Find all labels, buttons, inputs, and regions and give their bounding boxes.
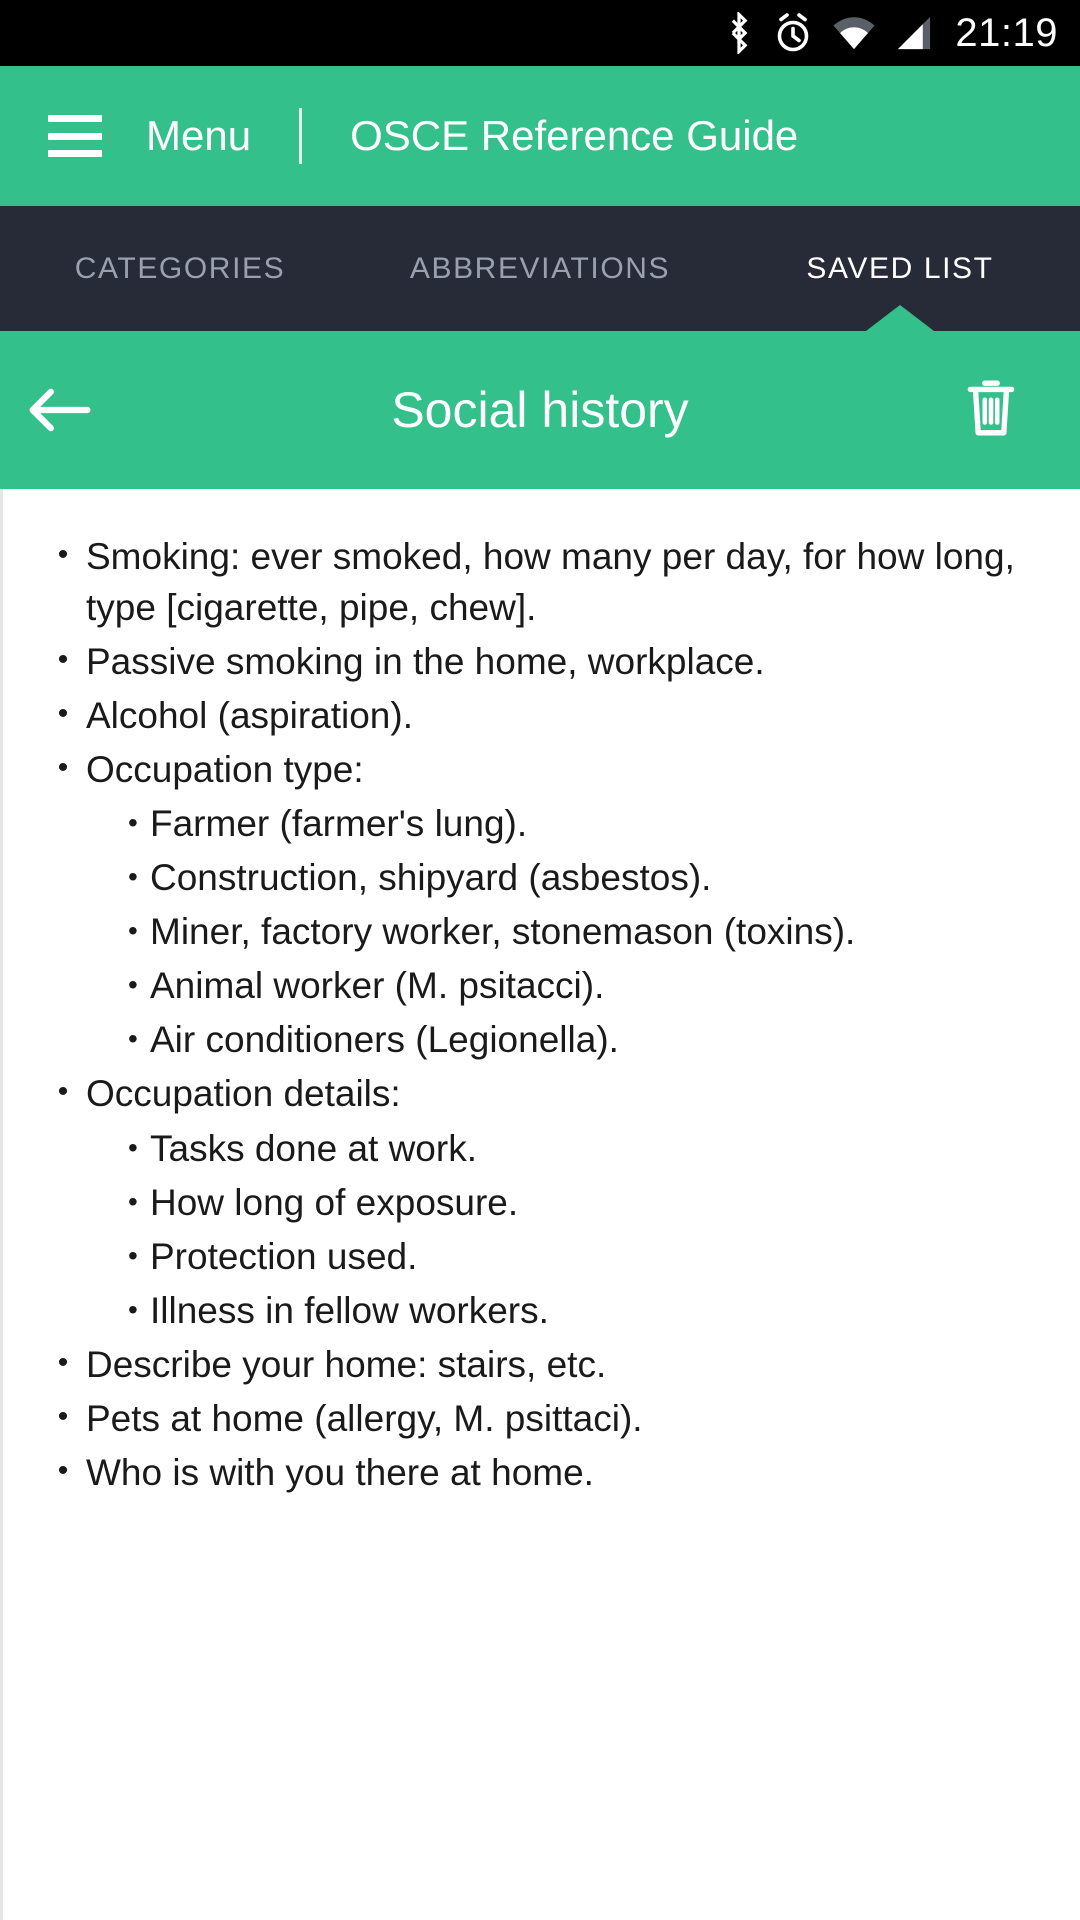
sub-list-item: • Construction, shipyard (asbestos).: [40, 852, 1040, 903]
bullet-icon: •: [57, 697, 69, 731]
sub-list-item: • Protection used.: [40, 1231, 1040, 1282]
bullet-icon: •: [57, 1075, 69, 1109]
sub-bullet-icon: •: [128, 1131, 138, 1163]
sub-bullet-icon: •: [128, 1185, 138, 1217]
list-item: • Smoking: ever smoked, how many per day…: [40, 531, 1040, 633]
list-item-text: Who is with you there at home.: [86, 1451, 594, 1493]
list-item: • Pets at home (allergy, M. psittaci).: [40, 1393, 1040, 1444]
app-root: 21:19 Menu OSCE Reference Guide CATEGORI…: [0, 0, 1080, 1920]
sub-list-item-text: Protection used.: [150, 1235, 418, 1277]
sub-list-item: • Tasks done at work.: [40, 1123, 1040, 1174]
sub-list-item-text: Farmer (farmer's lung).: [150, 803, 528, 845]
status-bar: 21:19: [0, 0, 1080, 66]
content-area: • Smoking: ever smoked, how many per day…: [0, 489, 1080, 1920]
tab-categories[interactable]: CATEGORIES: [0, 206, 360, 331]
menu-button-label[interactable]: Menu: [146, 112, 251, 160]
sub-list-item: • Illness in fellow workers.: [40, 1285, 1040, 1336]
sub-list-item-text: Animal worker (M. psitacci).: [150, 965, 605, 1007]
app-title: OSCE Reference Guide: [350, 112, 799, 159]
bullet-icon: •: [57, 751, 69, 785]
sub-list-item-text: Tasks done at work.: [150, 1127, 477, 1169]
page-header: Social history: [0, 331, 1080, 489]
back-arrow-icon: [29, 388, 91, 432]
list-item-text: Pets at home (allergy, M. psittaci).: [86, 1397, 643, 1439]
active-tab-pointer: [865, 305, 934, 331]
bullet-icon: •: [57, 1399, 69, 1433]
bullet-icon: •: [57, 538, 69, 571]
list-item-text: Occupation details:: [86, 1073, 401, 1115]
page-title: Social history: [391, 382, 689, 438]
list-item-text: Occupation type:: [86, 749, 364, 791]
app-bar: Menu OSCE Reference Guide: [0, 66, 1080, 206]
back-button[interactable]: [0, 385, 120, 435]
list-item-text: Describe your home: stairs, etc.: [86, 1343, 607, 1385]
sub-bullet-icon: •: [128, 1023, 138, 1055]
sub-list-item-text: Illness in fellow workers.: [150, 1289, 549, 1331]
list-item: • Describe your home: stairs, etc.: [40, 1339, 1040, 1390]
bullet-icon: •: [57, 1453, 69, 1487]
sub-list-item-text: Construction, shipyard (asbestos).: [150, 857, 712, 899]
sub-bullet-icon: •: [128, 807, 138, 839]
bluetooth-icon: [732, 12, 748, 54]
list-item-text: Smoking: ever smoked, how many per day, …: [86, 536, 1015, 629]
list-item: • Who is with you there at home.: [40, 1447, 1040, 1498]
sub-bullet-icon: •: [128, 1293, 138, 1325]
appbar-divider: [299, 108, 303, 164]
bullet-icon: •: [57, 1345, 69, 1379]
sub-list-item-text: Air conditioners (Legionella).: [150, 1019, 619, 1061]
tab-bar: CATEGORIES ABBREVIATIONS SAVED LIST: [0, 206, 1080, 331]
bullet-icon: •: [57, 643, 69, 677]
status-bar-clock: 21:19: [955, 10, 1058, 55]
sub-bullet-icon: •: [128, 915, 138, 947]
wifi-icon: [833, 17, 875, 50]
sub-list-item: • Farmer (farmer's lung).: [40, 798, 1040, 849]
list-item-text: Alcohol (aspiration).: [86, 695, 413, 737]
list-item: • Occupation type:: [40, 744, 1040, 795]
cellular-signal-icon: [898, 16, 931, 50]
status-icon-group: [724, 12, 933, 54]
tab-abbreviations[interactable]: ABBREVIATIONS: [360, 206, 720, 331]
delete-button[interactable]: [964, 377, 1018, 444]
sub-list-item: • Animal worker (M. psitacci).: [40, 960, 1040, 1011]
list-item: • Passive smoking in the home, workplace…: [40, 636, 1040, 687]
alarm-icon: [778, 13, 809, 52]
sub-list-item-text: Miner, factory worker, stonemason (toxin…: [150, 911, 856, 953]
bullet-list: • Smoking: ever smoked, how many per day…: [40, 531, 1040, 1498]
sub-list-item-text: How long of exposure.: [150, 1181, 519, 1223]
sub-list-item: • How long of exposure.: [40, 1177, 1040, 1228]
hamburger-menu-icon[interactable]: [48, 115, 102, 157]
sub-list-item: • Air conditioners (Legionella).: [40, 1014, 1040, 1065]
trash-icon: [967, 380, 1015, 435]
list-item-text: Passive smoking in the home, workplace.: [86, 641, 765, 683]
list-item: • Occupation details:: [40, 1068, 1040, 1119]
list-item: • Alcohol (aspiration).: [40, 690, 1040, 741]
sub-list-item: • Miner, factory worker, stonemason (tox…: [40, 906, 1040, 957]
sub-bullet-icon: •: [128, 861, 138, 893]
sub-bullet-icon: •: [128, 1239, 138, 1271]
sub-bullet-icon: •: [128, 969, 138, 1001]
